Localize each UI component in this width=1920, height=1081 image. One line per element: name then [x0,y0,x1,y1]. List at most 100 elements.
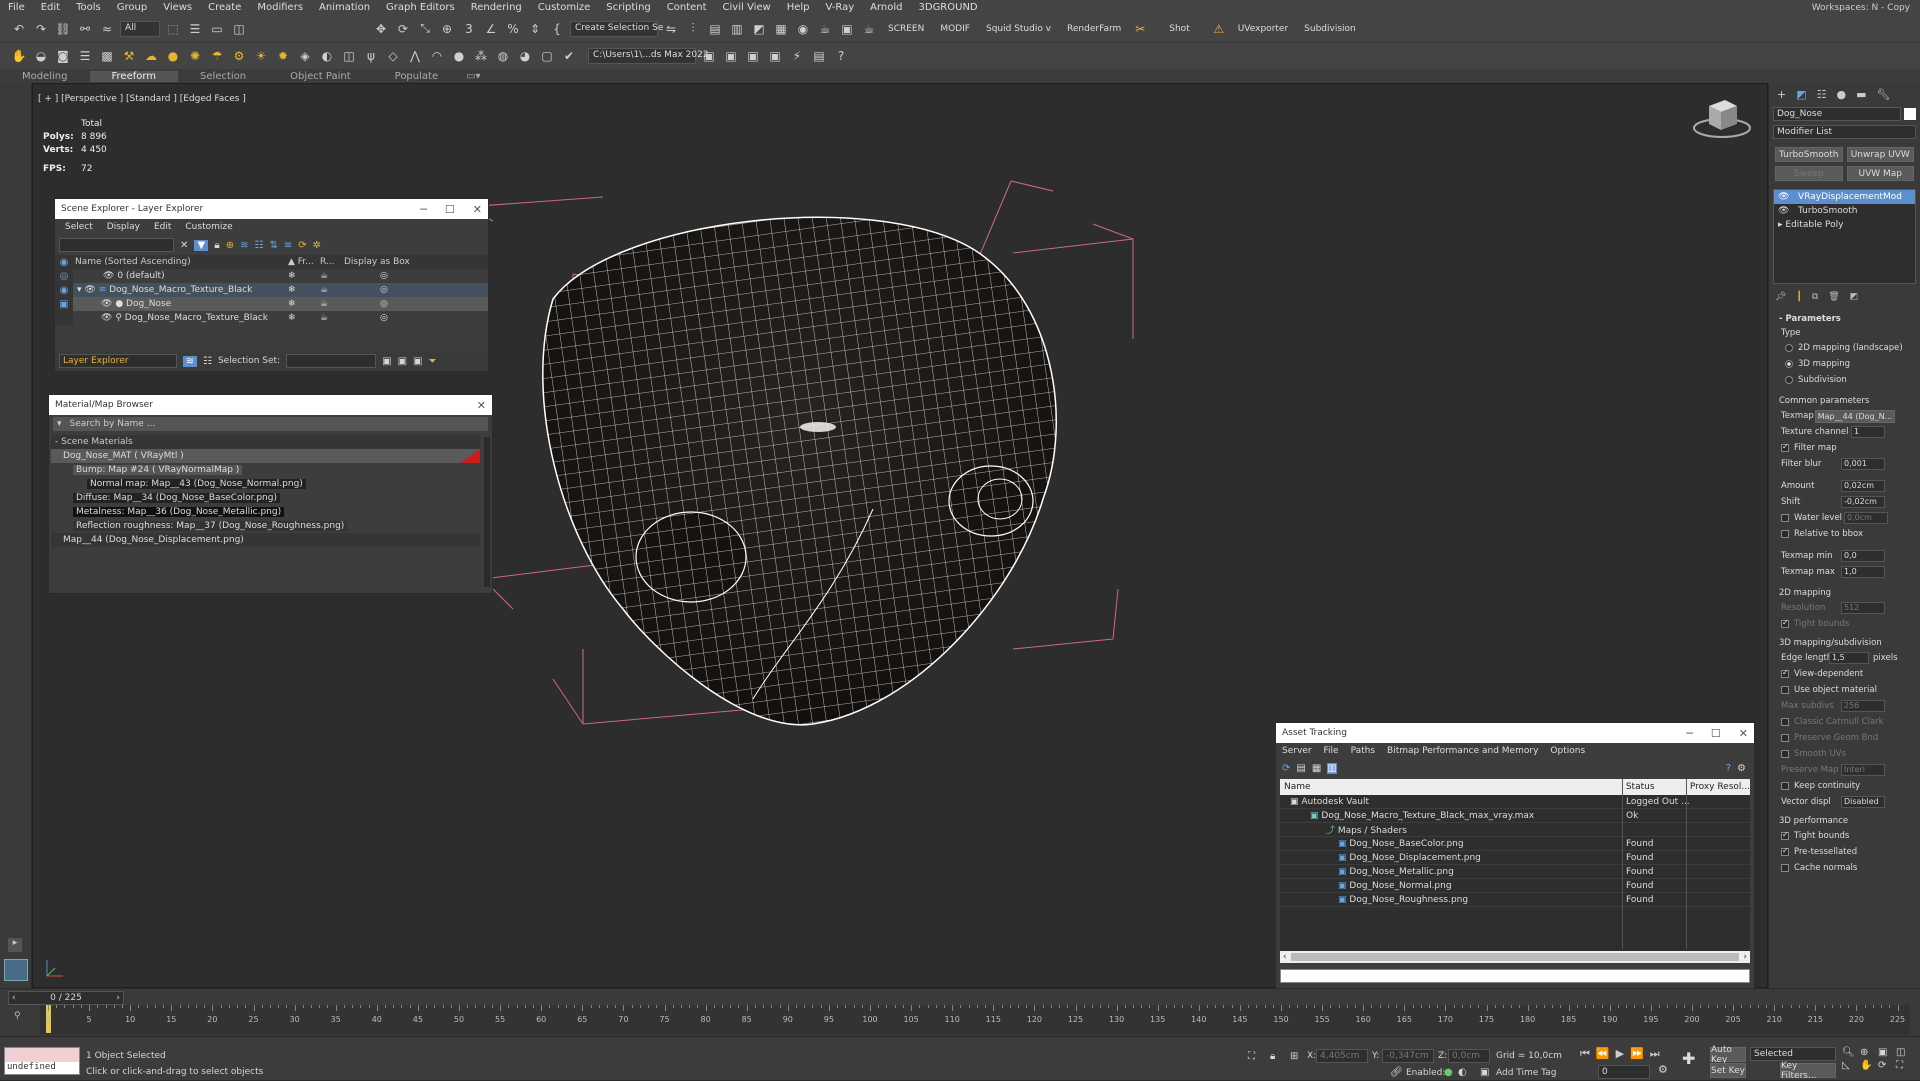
se-col-fr[interactable]: ▲ Fr... [288,257,320,267]
create-tab-icon[interactable]: + [1777,88,1786,101]
folder-icon-4[interactable]: ▣ [766,47,784,65]
align-icon[interactable]: ⫶ [684,20,702,38]
at-col-name[interactable]: Name [1280,782,1622,792]
menu-rendering[interactable]: Rendering [463,2,530,13]
viewport-label[interactable]: [ + ] [Perspective ] [Standard ] [Edged … [38,94,246,104]
absolute-mode-icon[interactable]: ⊞ [1290,1051,1298,1062]
select-object-icon[interactable]: ⬚ [164,20,182,38]
layer-highlight-icon[interactable]: ≡ [284,240,292,251]
add-time-tag[interactable]: Add Time Tag [1496,1068,1556,1078]
tab-object-paint[interactable]: Object Paint [268,71,373,82]
time-tag-icon[interactable]: ▣ [1480,1067,1489,1078]
menu-help[interactable]: Help [779,2,818,13]
tripod-icon[interactable]: ⋀ [406,47,424,65]
menu-group[interactable]: Group [109,2,155,13]
light-icon[interactable]: ⚙ [230,47,248,65]
at-menu-bitmap[interactable]: Bitmap Performance and Memory [1387,746,1538,756]
layer-hierarchy-icon[interactable]: ☷ [255,240,264,251]
se-col-name[interactable]: Name (Sorted Ascending) [73,257,288,267]
tight-bounds-checkbox[interactable]: Tight bounds [1769,616,1920,632]
vector-displ-dropdown[interactable]: Disabled [1841,796,1885,808]
modif-button[interactable]: MODIF [934,24,976,34]
tree-row[interactable]: 👁︎ ⚲ Dog_Nose_Macro_Texture_Black ❄ ☕ ◎ [73,311,488,325]
amount-spinner[interactable]: 0,02cm [1841,480,1885,492]
scene-materials-header[interactable]: - Scene Materials [51,435,480,449]
hierarchy-icon[interactable]: ☷ [203,356,212,367]
menu-customize[interactable]: Customize [530,2,599,13]
auto-key-button[interactable]: Auto Key [1710,1045,1746,1065]
select-by-name-icon[interactable]: ☰ [186,20,204,38]
list-icon[interactable]: ▤ [810,47,828,65]
undo-icon[interactable]: ↶ [10,20,28,38]
camera-icon[interactable]: ◙ [54,47,72,65]
se-col-r[interactable]: R... [320,257,344,267]
make-unique-icon[interactable]: ⧉ [1812,292,1818,302]
se-side-icon-1[interactable]: ◉ [60,257,69,268]
selection-lock-icon[interactable]: 🔒︎ [1270,1051,1275,1062]
texmap-min-spinner[interactable]: 0,0 [1841,550,1885,562]
se-menu-select[interactable]: Select [65,222,93,232]
box-toggle-icon[interactable]: ◎ [344,313,388,323]
remove-modifier-icon[interactable]: 🗑︎ [1828,292,1839,302]
play-icon[interactable]: ▶ [1616,1047,1624,1061]
material-editor-icon[interactable]: ◉ [794,20,812,38]
material-item[interactable]: Diffuse: Map__34 (Dog_Nose_BaseColor.png… [51,491,480,505]
menu-tools[interactable]: Tools [68,2,109,13]
layer-stack-icon[interactable]: ≋ [240,240,248,251]
pivot-icon[interactable]: ⊕ [438,20,456,38]
eye-icon[interactable]: 👁︎ [101,299,112,309]
x-coordinate[interactable]: 4,405cm [1316,1049,1368,1063]
menu-animation[interactable]: Animation [311,2,378,13]
material-item[interactable]: Bump: Map #24 ( VRayNormalMap ) [51,463,480,477]
layer-add-icon[interactable]: ⊕ [226,240,234,251]
asset-row[interactable]: ▣ Dog_Nose_Displacement.png Found [1280,851,1750,865]
asset-row[interactable]: ▣ Dog_Nose_Normal.png Found [1280,879,1750,893]
tab-populate[interactable]: Populate [373,71,460,82]
asset-row[interactable]: ▣ Dog_Nose_Roughness.png Found [1280,893,1750,907]
help-icon[interactable]: ? [1726,763,1731,774]
menu-scripting[interactable]: Scripting [598,2,658,13]
hammer-icon[interactable]: ⚒ [120,47,138,65]
expand-icon[interactable]: ▸ [1778,220,1783,230]
menu-3dground[interactable]: 3DGROUND [911,2,986,13]
menu-file[interactable]: File [0,2,33,13]
modifier-list-dropdown[interactable]: Modifier List [1773,125,1916,139]
eye-icon[interactable]: 👁︎ [103,271,114,281]
menu-edit[interactable]: Edit [33,2,68,13]
squid-studio-button[interactable]: Squid Studio v [980,24,1057,34]
minimize-icon[interactable]: ─ [1686,727,1693,740]
render-icon[interactable]: ☕ [320,285,344,295]
named-selection-dropdown[interactable]: Create Selection Se [570,20,663,37]
box-toggle-icon[interactable]: ◎ [344,299,388,309]
zoom-all-icon[interactable]: ⊕ [1860,1047,1876,1058]
menu-vray[interactable]: V-Ray [818,2,863,13]
material-search[interactable]: ▾ Search by Name ... [53,417,488,431]
stack-icon[interactable]: ☰ [76,47,94,65]
expand-arrow-icon[interactable]: ▸ [8,938,22,952]
redo-icon[interactable]: ↷ [32,20,50,38]
time-config-icon[interactable]: ⚙ [1658,1063,1668,1076]
at-menu-options[interactable]: Options [1550,746,1585,756]
sel-set-icon-3[interactable]: ▣ [413,356,422,367]
set-key-icon[interactable]: ✚ [1682,1049,1695,1068]
script-icon[interactable]: ⚡ [788,47,806,65]
goto-end-icon[interactable]: ⏭ [1650,1047,1660,1061]
sun-burst-icon[interactable]: ✹ [274,47,292,65]
tree-row[interactable]: ▾ 👁︎ ≋ Dog_Nose_Macro_Texture_Black ❄ ☕ ◎ [73,283,488,297]
maximize-icon[interactable]: ☐ [445,203,455,216]
refresh-icon[interactable]: ⟳ [1282,763,1290,774]
material-item[interactable]: Map__44 (Dog_Nose_Displacement.png) [51,533,480,547]
selection-filter-dropdown[interactable]: All [120,20,160,37]
time-slider[interactable]: ‹ 0 / 225 › [8,991,124,1005]
key-filters-button[interactable]: Key Filters... [1780,1061,1836,1081]
tab-freeform[interactable]: Freeform [89,70,179,82]
doc-icon[interactable]: ▤ [1296,763,1305,774]
menu-content[interactable]: Content [659,2,715,13]
sweep-button[interactable]: Sweep [1775,166,1843,181]
eye-icon[interactable]: 👁︎ [101,313,112,323]
texture-channel-spinner[interactable]: 1 [1851,426,1885,438]
select-move-icon[interactable]: ✥ [372,20,390,38]
percent-snap-icon[interactable]: % [504,20,522,38]
pre-tessellated-checkbox[interactable]: Pre-tessellated [1769,844,1920,860]
tight-bounds-3d-checkbox[interactable]: Tight bounds [1769,828,1920,844]
